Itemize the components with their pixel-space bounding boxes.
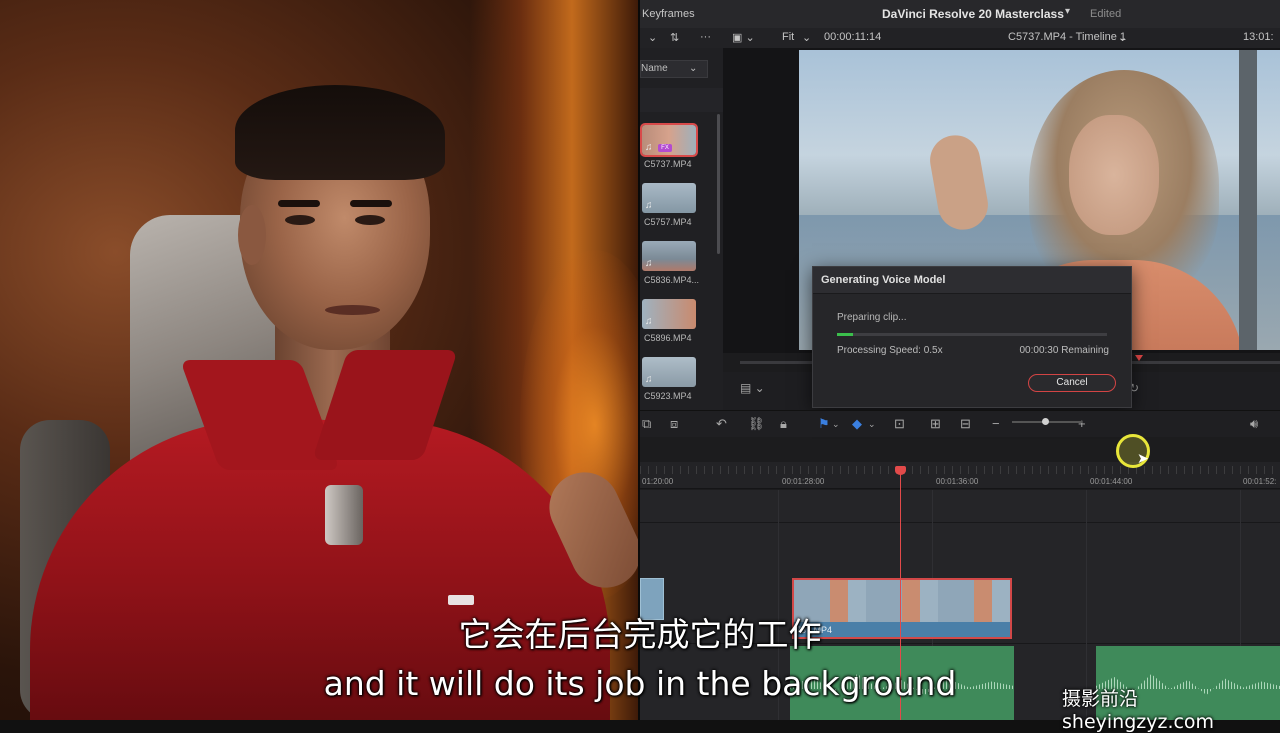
ruler-tick: 01:20:00 [642, 477, 674, 486]
insert-clip-icon[interactable]: ⧉ [642, 416, 651, 432]
audio-note-icon: ♫ [645, 200, 653, 211]
ruler-tick: 00:01:52: [1243, 477, 1277, 486]
clip-thumbnail[interactable]: ♫ [642, 357, 696, 387]
video-track-2[interactable] [640, 490, 1280, 523]
pool-scrollbar[interactable] [717, 114, 720, 254]
watermark: 摄影前沿 sheyingzyz.com [1062, 688, 1215, 733]
audio-note-icon: ♫ [645, 316, 653, 327]
presenter-ear [238, 205, 266, 265]
ruler-tick: 00:01:44:00 [1090, 477, 1133, 486]
zoom-select[interactable]: Fit [782, 31, 794, 43]
sort-select[interactable]: Name ⌄ [640, 60, 708, 78]
audio-note-icon: ♫ [645, 258, 653, 269]
zoom-out-icon[interactable]: − [992, 416, 1000, 431]
marker-icon[interactable]: ◆ [852, 416, 862, 432]
chevron-down-icon[interactable]: ⌄ [648, 31, 657, 44]
audio-note-icon: ♫ [645, 374, 653, 385]
progress-fill [837, 333, 854, 336]
presenter-brow-right [350, 200, 392, 207]
timeline-toolbar: ⧉ ⧈ ↶ ⛓ 🔒︎ ⚑ ⌄ ◆ ⌄ ⊡ ⊞ ⊟ − + 🔊︎ [640, 410, 1280, 437]
viewer-toolbar: ⌄ ⇅ ··· ▣ ⌄ Fit ⌄ 00:00:11:14 C5737.MP4 … [640, 28, 1280, 48]
clip-name[interactable]: C5737.MP4 [644, 159, 692, 169]
lock-icon[interactable]: 🔒︎ [780, 416, 787, 432]
presenter-hair [235, 85, 445, 180]
image-view-icon[interactable]: ▣ ⌄ [732, 31, 755, 44]
source-timecode: 00:00:11:14 [824, 31, 882, 43]
presenter-eye-right [355, 215, 385, 225]
ruler-tick: 00:01:36:00 [936, 477, 979, 486]
chevron-down-icon[interactable]: ⌄ [1118, 31, 1127, 44]
presenter-eye-left [285, 215, 315, 225]
presenter-mouth [325, 305, 380, 315]
project-state: Edited [1090, 8, 1122, 20]
mouse-pointer-icon: ➤ [1137, 450, 1149, 466]
cancel-button[interactable]: Cancel [1028, 374, 1116, 392]
clip-name[interactable]: C5836.MP4... [644, 275, 699, 285]
sort-icon[interactable]: ⇅ [670, 31, 679, 44]
clip-timeline-name[interactable]: C5737.MP4 - Timeline 1 [1008, 31, 1126, 43]
clip-thumbnail[interactable]: ♫ [642, 241, 696, 271]
progress-bar [837, 333, 1107, 336]
dialog-title: Generating Voice Model [821, 274, 946, 286]
processing-speed: Processing Speed: 0.5x [837, 345, 943, 356]
clip-name[interactable]: C5923.MP4 [644, 391, 692, 401]
scrubber-playhead[interactable] [1135, 355, 1143, 361]
chevron-down-icon: ⌄ [689, 63, 698, 74]
subtitle-chinese: 它会在后台完成它的工作 [458, 615, 822, 654]
clip-thumbnail[interactable]: ♫ [642, 299, 696, 329]
shirt-logo [448, 595, 474, 605]
audio-note-icon: ♫ [645, 142, 653, 153]
project-name[interactable]: DaVinci Resolve 20 Masterclass [882, 7, 1064, 21]
chevron-down-icon[interactable]: ⌄ [802, 31, 811, 44]
media-pool: Name ⌄ ♫ FX C5737.MP4 ♫ C5757.MP4 ♫ C583… [640, 48, 723, 410]
zoom-in-icon[interactable]: + [1078, 416, 1086, 431]
zoom-full-icon[interactable]: ⊡ [894, 416, 905, 432]
ruler-marks [640, 466, 1280, 474]
clip-name[interactable]: C5757.MP4 [644, 217, 692, 227]
zoom-custom-icon[interactable]: ⊟ [960, 416, 971, 432]
clip-name[interactable]: C5896.MP4 [644, 333, 692, 343]
presenter-brow-left [278, 200, 320, 207]
pole [1239, 50, 1257, 350]
subject-face [1069, 115, 1159, 235]
playhead-handle[interactable] [895, 466, 906, 475]
link-icon[interactable]: ⛓ [748, 416, 765, 432]
dialog-status: Preparing clip... [837, 312, 907, 323]
record-timecode: 13:01: [1243, 31, 1274, 43]
voice-model-dialog: Generating Voice Model Preparing clip...… [812, 266, 1132, 408]
ruler-tick: 00:01:28:00 [782, 477, 825, 486]
overwrite-clip-icon[interactable]: ⧈ [670, 416, 678, 432]
sort-label: Name [641, 63, 668, 74]
snapping-icon[interactable]: ↶ [716, 416, 727, 432]
volume-icon[interactable]: 🔊︎ [1250, 416, 1258, 432]
zoom-slider-knob[interactable] [1042, 418, 1049, 425]
clip-view-icon[interactable]: ▤ ⌄ [740, 381, 765, 395]
chevron-down-icon[interactable]: ▾ [1065, 6, 1070, 17]
chevron-down-icon[interactable]: ⌄ [832, 419, 840, 430]
flag-icon[interactable]: ⚑ [818, 416, 830, 432]
pool-header-strip [640, 88, 723, 112]
more-options-icon[interactable]: ··· [700, 31, 711, 43]
fx-badge: FX [658, 144, 672, 152]
zoom-detail-icon[interactable]: ⊞ [930, 416, 941, 432]
time-remaining: 00:00:30 Remaining [1019, 345, 1109, 356]
chevron-down-icon[interactable]: ⌄ [868, 419, 876, 430]
title-bar: Keyframes DaVinci Resolve 20 Masterclass… [640, 0, 1280, 28]
keyframes-tab[interactable]: Keyframes [642, 8, 695, 20]
clip-thumbnail[interactable]: ♫ [642, 183, 696, 213]
clip-thumbnail[interactable]: ♫ FX [640, 123, 698, 157]
dialog-header: Generating Voice Model [813, 267, 1131, 294]
lavalier-mic [325, 485, 363, 545]
